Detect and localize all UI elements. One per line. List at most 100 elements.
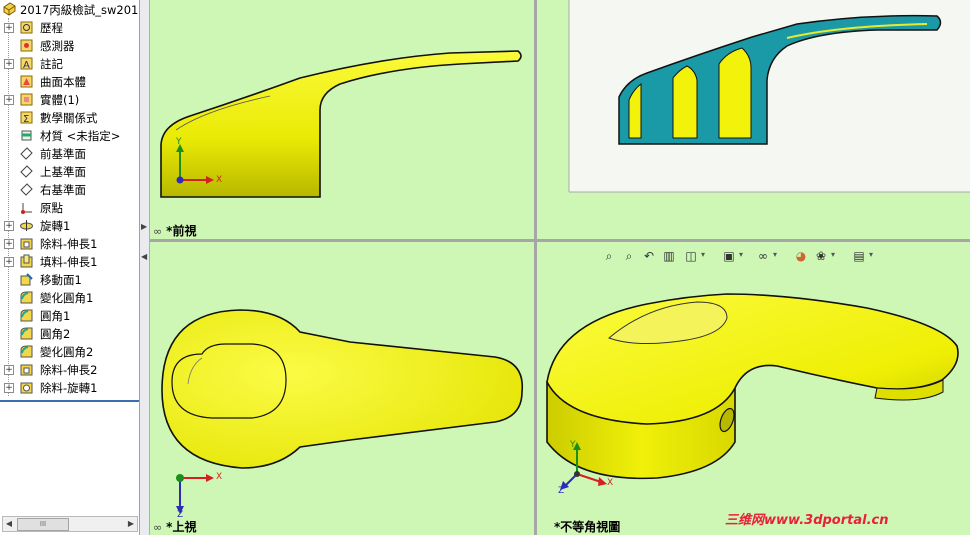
display-style-dropdown-icon[interactable]: ▾ — [739, 250, 743, 259]
tree-item[interactable]: + 除料-伸長1 — [0, 235, 139, 253]
front-view-model — [160, 50, 522, 198]
fillet-icon — [20, 291, 33, 304]
extrude-cut-icon — [20, 238, 33, 250]
tree-item-label: 右基準面 — [40, 183, 86, 197]
plane-icon — [20, 165, 33, 178]
tree-item[interactable]: 變化圓角1 — [0, 289, 139, 307]
tree-item[interactable]: 圓角2 — [0, 325, 139, 343]
tree-item[interactable]: + 歷程 — [0, 19, 139, 37]
extrude-boss-icon — [20, 254, 33, 268]
tree-item[interactable]: + 除料-旋轉1 — [0, 379, 139, 397]
tree-expand-toggle[interactable]: + — [4, 239, 14, 249]
tree-item-label: 圓角2 — [40, 327, 71, 341]
tree-expand-toggle[interactable]: + — [4, 257, 14, 267]
hide-show-items-icon[interactable]: ∞ — [755, 248, 771, 264]
tree-item[interactable]: 前基準面 — [0, 145, 139, 163]
tree-item[interactable]: 原點 — [0, 199, 139, 217]
viewport-front-label: ∞ *前視 — [153, 224, 197, 238]
rollback-bar[interactable] — [0, 400, 139, 402]
tree-item[interactable]: 圓角1 — [0, 307, 139, 325]
tree-item-label: 除料-伸長2 — [40, 363, 98, 377]
tree-horizontal-scrollbar[interactable]: ◀ III ▶ — [2, 516, 138, 532]
view-triad: Y X Z — [555, 440, 615, 500]
extrude-cut-icon — [20, 364, 33, 376]
tree-item[interactable]: 移動面1 — [0, 271, 139, 289]
tree-item[interactable]: 曲面本體 — [0, 73, 139, 91]
tree-item-label: 材質 <未指定> — [40, 129, 121, 143]
tree-item-label: 除料-旋轉1 — [40, 381, 98, 395]
watermark: 三维网www.3dportal.cn — [725, 513, 889, 528]
tree-item[interactable]: + A 註記 — [0, 55, 139, 73]
view-orientation-icon[interactable]: ◫ — [683, 248, 699, 264]
axis-x-label: X — [607, 478, 614, 488]
section-view-icon[interactable]: ▥ — [661, 248, 677, 264]
right-view-section — [568, 0, 970, 193]
link-views-icon[interactable]: ∞ — [153, 225, 162, 238]
scroll-left-arrow-icon[interactable]: ◀ — [3, 517, 15, 531]
axis-y-label: Y — [176, 137, 182, 147]
feature-manager-tree[interactable]: 2017丙級檢試_sw201 + 歷程感測器 + A 註記曲面本體 + 實體(1) Σ 數學關係… — [0, 0, 140, 535]
tree-item[interactable]: 上基準面 — [0, 163, 139, 181]
viewport-top[interactable]: X Z ∞ *上視 — [150, 242, 534, 535]
view-settings-icon[interactable]: ▤ — [851, 248, 867, 264]
panel-splitter[interactable]: ▶ ◀ — [140, 0, 150, 535]
tree-item[interactable]: 變化圓角2 — [0, 343, 139, 361]
view-triad: X Z — [172, 470, 222, 520]
tree-item[interactable]: 感測器 — [0, 37, 139, 55]
tree-item[interactable]: + 填料-伸長1 — [0, 253, 139, 271]
tree-item-label: 變化圓角2 — [40, 345, 94, 359]
view-settings-dropdown-icon[interactable]: ▾ — [869, 250, 873, 259]
history-icon — [20, 21, 33, 34]
tree-expand-toggle[interactable]: + — [4, 383, 14, 393]
tree-item-label: 數學關係式 — [40, 111, 98, 125]
tree-item[interactable]: Σ 數學關係式 — [0, 109, 139, 127]
tree-root-label: 2017丙級檢試_sw201 — [20, 3, 139, 17]
view-orientation-dropdown-icon[interactable]: ▾ — [701, 250, 705, 259]
axis-x-label: X — [216, 472, 223, 482]
tree-item-label: 註記 — [40, 57, 63, 71]
revolve-icon — [20, 220, 33, 231]
edit-appearance-icon[interactable]: ◕ — [793, 248, 809, 264]
tree-item-label: 除料-伸長1 — [40, 237, 98, 251]
tree-expand-toggle[interactable]: + — [4, 365, 14, 375]
display-style-icon[interactable]: ▣ — [721, 248, 737, 264]
link-views-icon[interactable]: ∞ — [153, 521, 162, 534]
tree-item-label: 旋轉1 — [40, 219, 71, 233]
part-icon — [3, 2, 16, 16]
svg-text:A: A — [23, 60, 30, 71]
tree-expand-toggle[interactable]: + — [4, 23, 14, 33]
tree-item[interactable]: + 旋轉1 — [0, 217, 139, 235]
axis-z-label: Z — [558, 486, 565, 496]
viewport-right[interactable] — [537, 0, 970, 239]
tree-expand-toggle[interactable]: + — [4, 221, 14, 231]
tree-item-label: 曲面本體 — [40, 75, 86, 89]
revolve-cut-icon — [20, 382, 33, 394]
apply-scene-dropdown-icon[interactable]: ▾ — [831, 250, 835, 259]
hide-show-dropdown-icon[interactable]: ▾ — [773, 250, 777, 259]
viewport-front[interactable]: Y X ∞ *前視 — [150, 0, 534, 239]
viewport-iso[interactable]: ⌕ ⌕ ↶ ▥ ◫ ▾ ▣ ▾ ∞ ▾ ◕ ❀ ▾ ▤ ▾ Y X Z *不等角… — [537, 242, 970, 535]
previous-view-icon[interactable]: ↶ — [641, 248, 657, 264]
viewport-top-label: ∞ *上視 — [153, 520, 197, 534]
plane-icon — [20, 147, 33, 160]
tree-item[interactable]: + 除料-伸長2 — [0, 361, 139, 379]
zoom-to-area-icon[interactable]: ⌕ — [621, 248, 637, 264]
tree-item[interactable]: 右基準面 — [0, 181, 139, 199]
tree-item[interactable]: + 實體(1) — [0, 91, 139, 109]
origin-icon — [21, 203, 32, 214]
apply-scene-icon[interactable]: ❀ — [813, 248, 829, 264]
collapse-arrow-icon[interactable]: ▶ — [141, 222, 147, 231]
tree-expand-toggle[interactable]: + — [4, 95, 14, 105]
tree-root-part[interactable]: 2017丙級檢試_sw201 — [0, 1, 139, 19]
expand-arrow-icon[interactable]: ◀ — [141, 252, 147, 261]
tree-item[interactable]: 材質 <未指定> — [0, 127, 139, 145]
tree-item-label: 歷程 — [40, 21, 63, 35]
tree-item-label: 填料-伸長1 — [40, 255, 98, 269]
zoom-to-fit-icon[interactable]: ⌕ — [601, 248, 617, 264]
tree-item-label: 感測器 — [40, 39, 75, 53]
scroll-thumb[interactable]: III — [17, 518, 69, 531]
view-triad: Y X — [174, 137, 224, 190]
solid-body-icon — [20, 93, 33, 106]
tree-expand-toggle[interactable]: + — [4, 59, 14, 69]
scroll-right-arrow-icon[interactable]: ▶ — [125, 517, 137, 531]
